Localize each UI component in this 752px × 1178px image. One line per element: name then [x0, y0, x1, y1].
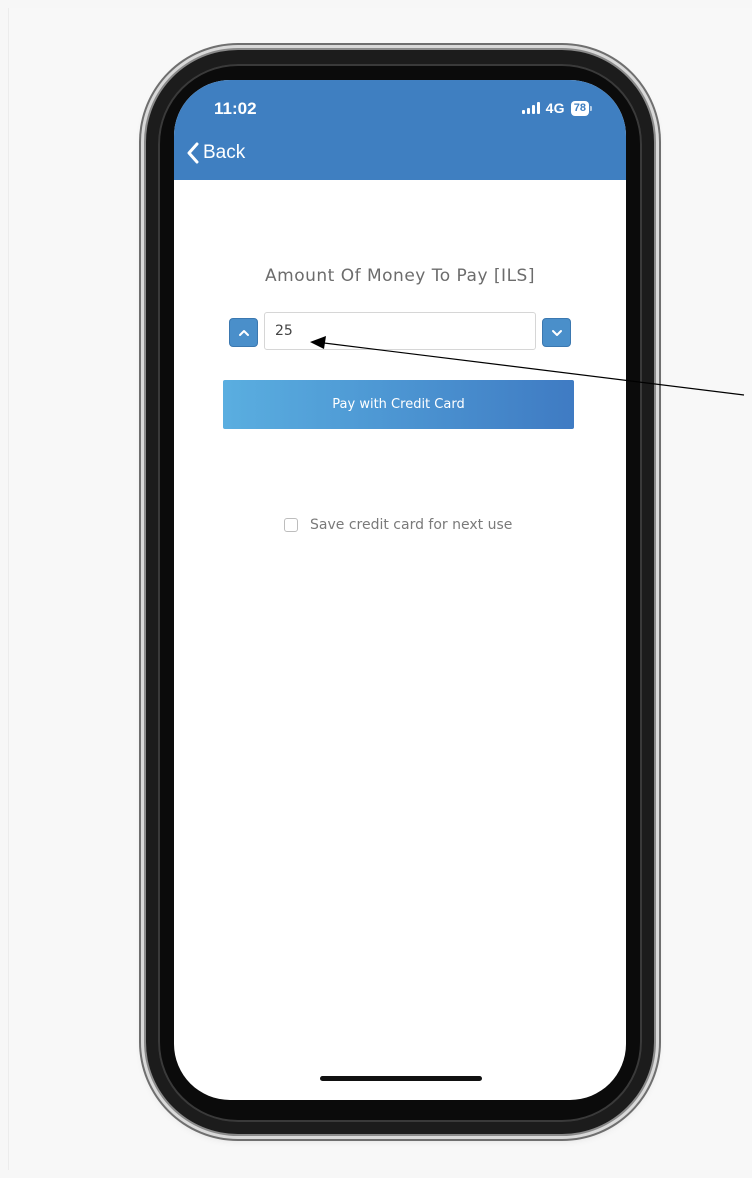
amount-input[interactable]: [264, 312, 536, 350]
battery-level: 78: [570, 100, 589, 116]
phone-screen: 11:02 4G 78 Back Amount Of Money To Pay …: [174, 80, 626, 1100]
status-indicators: 4G 78: [521, 100, 592, 116]
amount-title: Amount Of Money To Pay [ILS]: [265, 266, 535, 286]
chevron-left-icon: [187, 142, 199, 164]
save-card-option[interactable]: Save credit card for next use: [284, 517, 512, 533]
decrement-button[interactable]: [542, 318, 571, 347]
save-card-checkbox[interactable]: [284, 518, 298, 532]
app-header: 11:02 4G 78 Back: [174, 80, 626, 180]
back-label: Back: [203, 142, 246, 163]
home-indicator: [320, 1076, 482, 1081]
back-button[interactable]: Back: [186, 142, 245, 164]
pay-with-credit-card-button[interactable]: Pay with Credit Card: [223, 380, 574, 429]
chevron-down-icon: [551, 329, 562, 336]
status-time: 11:02: [214, 99, 257, 118]
increment-button[interactable]: [229, 318, 258, 347]
chevron-up-icon: [238, 329, 249, 336]
battery-icon: 78: [570, 100, 592, 116]
save-card-label: Save credit card for next use: [310, 517, 513, 533]
network-label: 4G: [545, 100, 565, 116]
signal-icon: [521, 102, 540, 114]
